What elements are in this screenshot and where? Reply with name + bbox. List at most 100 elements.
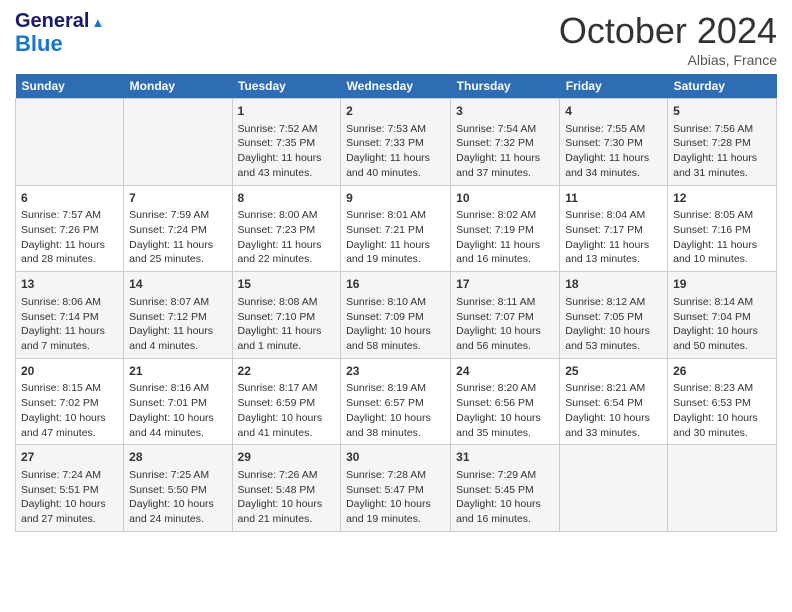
sunset-text: Sunset: 7:17 PM [565,223,662,238]
sunrise-text: Sunrise: 8:11 AM [456,295,554,310]
day-number: 24 [456,363,554,380]
daylight-text: Daylight: 10 hours and 56 minutes. [456,324,554,353]
daylight-text: Daylight: 10 hours and 38 minutes. [346,411,445,440]
sunset-text: Sunset: 5:50 PM [129,483,226,498]
col-tuesday: Tuesday [232,74,341,99]
sunset-text: Sunset: 7:19 PM [456,223,554,238]
sunrise-text: Sunrise: 7:59 AM [129,208,226,223]
sunrise-text: Sunrise: 7:54 AM [456,122,554,137]
calendar-cell: 21Sunrise: 8:16 AMSunset: 7:01 PMDayligh… [124,358,232,445]
sunrise-text: Sunrise: 7:28 AM [346,468,445,483]
day-number: 30 [346,449,445,466]
sunset-text: Sunset: 7:30 PM [565,136,662,151]
daylight-text: Daylight: 10 hours and 50 minutes. [673,324,771,353]
day-number: 20 [21,363,118,380]
sunset-text: Sunset: 6:53 PM [673,396,771,411]
sunset-text: Sunset: 5:45 PM [456,483,554,498]
calendar-cell: 31Sunrise: 7:29 AMSunset: 5:45 PMDayligh… [451,445,560,532]
daylight-text: Daylight: 11 hours and 10 minutes. [673,238,771,267]
sunrise-text: Sunrise: 7:52 AM [238,122,336,137]
page-header: General▲ Blue October 2024 Albias, Franc… [15,10,777,68]
logo: General▲ Blue [15,10,104,56]
sunrise-text: Sunrise: 8:20 AM [456,381,554,396]
col-friday: Friday [560,74,668,99]
col-saturday: Saturday [668,74,777,99]
calendar-cell: 24Sunrise: 8:20 AMSunset: 6:56 PMDayligh… [451,358,560,445]
daylight-text: Daylight: 11 hours and 22 minutes. [238,238,336,267]
calendar-cell: 27Sunrise: 7:24 AMSunset: 5:51 PMDayligh… [16,445,124,532]
day-number: 29 [238,449,336,466]
day-number: 19 [673,276,771,293]
day-number: 27 [21,449,118,466]
calendar-cell: 25Sunrise: 8:21 AMSunset: 6:54 PMDayligh… [560,358,668,445]
calendar-week-row: 20Sunrise: 8:15 AMSunset: 7:02 PMDayligh… [16,358,777,445]
calendar-cell: 14Sunrise: 8:07 AMSunset: 7:12 PMDayligh… [124,272,232,359]
calendar-cell: 3Sunrise: 7:54 AMSunset: 7:32 PMDaylight… [451,99,560,186]
sunrise-text: Sunrise: 8:05 AM [673,208,771,223]
daylight-text: Daylight: 10 hours and 33 minutes. [565,411,662,440]
daylight-text: Daylight: 11 hours and 19 minutes. [346,238,445,267]
day-number: 26 [673,363,771,380]
calendar-cell: 16Sunrise: 8:10 AMSunset: 7:09 PMDayligh… [341,272,451,359]
day-number: 25 [565,363,662,380]
calendar-cell: 2Sunrise: 7:53 AMSunset: 7:33 PMDaylight… [341,99,451,186]
day-number: 21 [129,363,226,380]
sunrise-text: Sunrise: 8:17 AM [238,381,336,396]
calendar-cell: 12Sunrise: 8:05 AMSunset: 7:16 PMDayligh… [668,185,777,272]
sunset-text: Sunset: 6:54 PM [565,396,662,411]
sunrise-text: Sunrise: 7:25 AM [129,468,226,483]
calendar-cell: 1Sunrise: 7:52 AMSunset: 7:35 PMDaylight… [232,99,341,186]
sunset-text: Sunset: 7:01 PM [129,396,226,411]
calendar-cell: 26Sunrise: 8:23 AMSunset: 6:53 PMDayligh… [668,358,777,445]
calendar-cell: 29Sunrise: 7:26 AMSunset: 5:48 PMDayligh… [232,445,341,532]
sunset-text: Sunset: 5:51 PM [21,483,118,498]
sunrise-text: Sunrise: 8:12 AM [565,295,662,310]
day-number: 16 [346,276,445,293]
sunset-text: Sunset: 7:14 PM [21,310,118,325]
logo-text: General▲ [15,10,104,32]
daylight-text: Daylight: 11 hours and 40 minutes. [346,151,445,180]
calendar-cell: 22Sunrise: 8:17 AMSunset: 6:59 PMDayligh… [232,358,341,445]
calendar-cell: 19Sunrise: 8:14 AMSunset: 7:04 PMDayligh… [668,272,777,359]
daylight-text: Daylight: 10 hours and 21 minutes. [238,497,336,526]
sunset-text: Sunset: 5:47 PM [346,483,445,498]
sunset-text: Sunset: 7:05 PM [565,310,662,325]
sunrise-text: Sunrise: 8:08 AM [238,295,336,310]
day-number: 13 [21,276,118,293]
day-number: 15 [238,276,336,293]
daylight-text: Daylight: 11 hours and 16 minutes. [456,238,554,267]
sunrise-text: Sunrise: 7:24 AM [21,468,118,483]
day-number: 2 [346,103,445,120]
sunset-text: Sunset: 7:28 PM [673,136,771,151]
sunrise-text: Sunrise: 8:16 AM [129,381,226,396]
sunrise-text: Sunrise: 7:29 AM [456,468,554,483]
day-number: 18 [565,276,662,293]
sunset-text: Sunset: 6:57 PM [346,396,445,411]
calendar-cell [124,99,232,186]
daylight-text: Daylight: 10 hours and 16 minutes. [456,497,554,526]
day-number: 1 [238,103,336,120]
sunset-text: Sunset: 7:07 PM [456,310,554,325]
calendar-cell [668,445,777,532]
sunset-text: Sunset: 7:32 PM [456,136,554,151]
day-number: 7 [129,190,226,207]
daylight-text: Daylight: 11 hours and 7 minutes. [21,324,118,353]
calendar-cell: 20Sunrise: 8:15 AMSunset: 7:02 PMDayligh… [16,358,124,445]
daylight-text: Daylight: 10 hours and 47 minutes. [21,411,118,440]
calendar-table: Sunday Monday Tuesday Wednesday Thursday… [15,74,777,532]
sunrise-text: Sunrise: 8:14 AM [673,295,771,310]
sunrise-text: Sunrise: 7:55 AM [565,122,662,137]
sunrise-text: Sunrise: 8:10 AM [346,295,445,310]
sunrise-text: Sunrise: 8:15 AM [21,381,118,396]
sunrise-text: Sunrise: 7:56 AM [673,122,771,137]
calendar-cell [16,99,124,186]
calendar-cell: 17Sunrise: 8:11 AMSunset: 7:07 PMDayligh… [451,272,560,359]
calendar-cell: 8Sunrise: 8:00 AMSunset: 7:23 PMDaylight… [232,185,341,272]
daylight-text: Daylight: 11 hours and 13 minutes. [565,238,662,267]
sunrise-text: Sunrise: 8:04 AM [565,208,662,223]
day-number: 6 [21,190,118,207]
daylight-text: Daylight: 11 hours and 34 minutes. [565,151,662,180]
sunrise-text: Sunrise: 8:21 AM [565,381,662,396]
day-number: 4 [565,103,662,120]
sunrise-text: Sunrise: 7:26 AM [238,468,336,483]
